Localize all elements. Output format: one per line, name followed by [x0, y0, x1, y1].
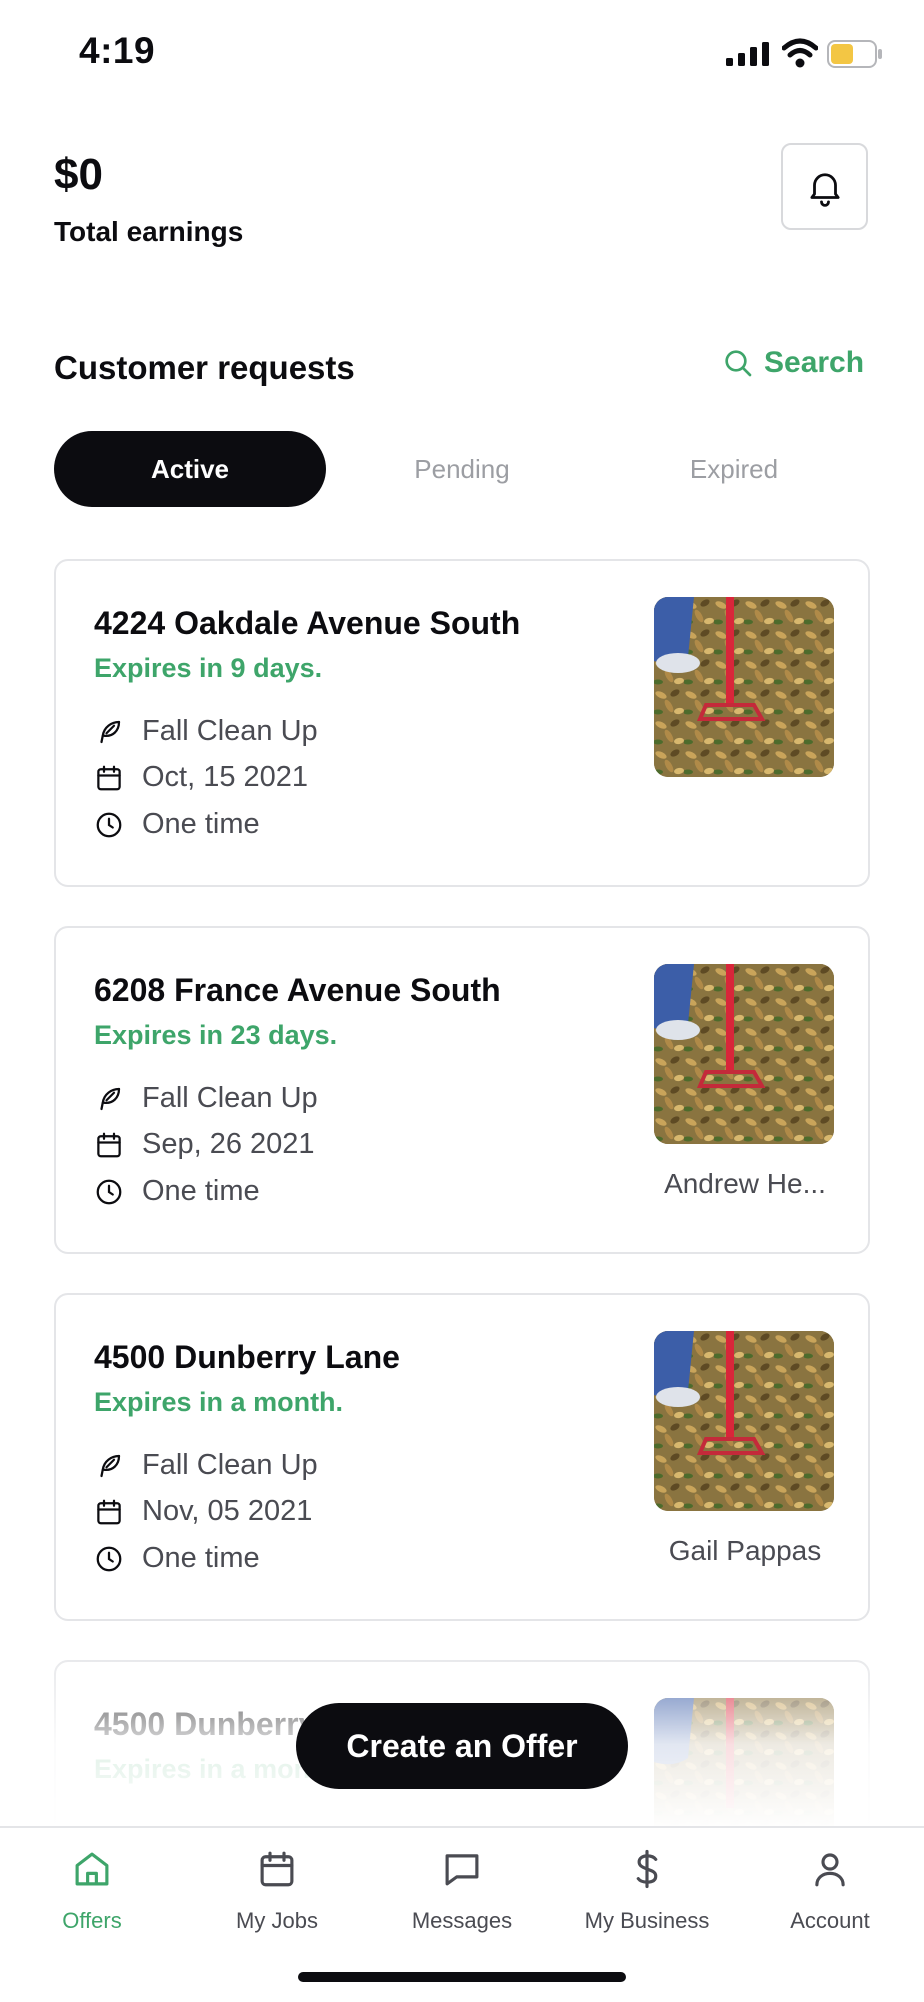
date-label: Sep, 26 2021 — [142, 1128, 315, 1160]
status-tabs: Active Pending Expired — [54, 431, 870, 507]
request-address: 6208 France Avenue South — [94, 972, 501, 1008]
home-icon — [75, 1852, 109, 1886]
tab-pending[interactable]: Pending — [326, 431, 598, 507]
service-label: Fall Clean Up — [142, 1082, 318, 1114]
wifi-icon — [782, 38, 818, 68]
customer-name: Gail Pappas — [668, 1535, 822, 1566]
frequency-label: One time — [142, 1542, 260, 1574]
frequency-row: One time — [94, 808, 260, 841]
tab-active[interactable]: Active — [54, 431, 326, 507]
notifications-button[interactable] — [781, 143, 868, 230]
search-label: Search — [764, 346, 865, 379]
feather-icon — [100, 720, 121, 743]
earnings-value: $0 — [54, 150, 103, 199]
service-row: Fall Clean Up — [94, 1449, 318, 1482]
nav-label: Account — [790, 1908, 870, 1933]
status-time: 4:19 — [79, 30, 156, 71]
calendar-icon — [260, 1851, 294, 1887]
bell-icon — [809, 172, 840, 207]
date-row: Oct, 15 2021 — [94, 761, 308, 794]
earnings-label: Total earnings — [54, 216, 244, 247]
home-indicator — [298, 1972, 626, 1982]
service-label: Fall Clean Up — [142, 1449, 318, 1481]
service-row: Fall Clean Up — [94, 715, 318, 748]
date-row: Sep, 26 2021 — [94, 1128, 315, 1161]
nav-label: My Jobs — [236, 1908, 318, 1933]
date-label: Oct, 15 2021 — [142, 761, 309, 793]
nav-label: Offers — [62, 1908, 122, 1933]
request-expiry: Expires in 9 days. — [94, 653, 323, 683]
job-photo — [654, 1331, 834, 1511]
calendar-icon — [97, 765, 121, 790]
section-title: Customer requests — [54, 349, 355, 386]
frequency-row: One time — [94, 1542, 260, 1575]
service-row: Fall Clean Up — [94, 1082, 318, 1115]
request-card[interactable]: 4500 Dunberry Lane Expires in a month. F… — [54, 1293, 870, 1621]
battery-icon — [827, 40, 882, 68]
nav-account[interactable]: Account — [745, 1848, 915, 1934]
tab-expired[interactable]: Expired — [598, 431, 870, 507]
signal-icon — [726, 42, 769, 66]
calendar-icon — [97, 1132, 121, 1157]
dollar-icon — [636, 1849, 658, 1889]
search-icon — [725, 350, 752, 377]
feather-icon — [100, 1454, 121, 1477]
frequency-label: One time — [142, 808, 260, 840]
request-card[interactable]: 6208 France Avenue South Expires in 23 d… — [54, 926, 870, 1254]
request-expiry: Expires in 23 days. — [94, 1020, 338, 1050]
service-label: Fall Clean Up — [142, 715, 318, 747]
user-icon — [815, 1853, 845, 1887]
calendar-icon — [97, 1499, 121, 1524]
nav-label: My Business — [584, 1908, 710, 1933]
search-link[interactable]: Search — [722, 346, 864, 380]
request-expiry: Expires in a month. — [94, 1387, 344, 1417]
nav-offers[interactable]: Offers — [7, 1848, 177, 1934]
create-offer-button[interactable]: Create an Offer — [296, 1703, 628, 1789]
nav-my-jobs[interactable]: My Jobs — [192, 1848, 362, 1934]
job-photo — [654, 964, 834, 1144]
job-photo — [654, 597, 834, 777]
frequency-label: One time — [142, 1175, 260, 1207]
date-row: Nov, 05 2021 — [94, 1495, 312, 1528]
clock-icon — [96, 1546, 122, 1571]
feather-icon — [100, 1087, 121, 1110]
customer-name: Andrew He... — [664, 1168, 826, 1199]
clock-icon — [96, 812, 122, 837]
clock-icon — [96, 1179, 122, 1204]
request-address: 4500 Dunberry Lane — [94, 1339, 400, 1375]
message-icon — [445, 1854, 479, 1886]
nav-messages[interactable]: Messages — [377, 1848, 547, 1934]
frequency-row: One time — [94, 1175, 260, 1208]
request-card[interactable]: 4224 Oakdale Avenue South Expires in 9 d… — [54, 559, 870, 887]
date-label: Nov, 05 2021 — [142, 1495, 313, 1527]
request-address: 4224 Oakdale Avenue South — [94, 605, 521, 641]
nav-label: Messages — [411, 1908, 513, 1933]
nav-my-business[interactable]: My Business — [562, 1848, 732, 1934]
